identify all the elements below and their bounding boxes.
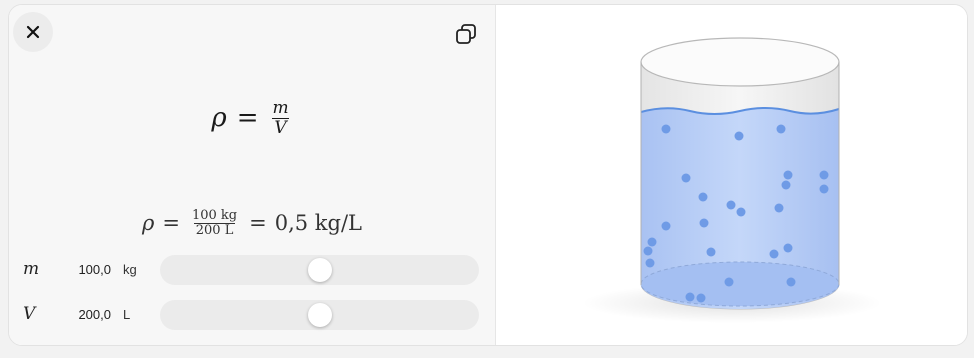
close-button[interactable] <box>13 12 53 52</box>
particle <box>769 249 779 259</box>
particle <box>819 184 829 194</box>
particle <box>776 124 786 134</box>
calc-result: 0,5 kg/L <box>274 211 362 235</box>
calc-rho: ρ <box>142 211 155 235</box>
particle <box>726 200 736 210</box>
particle <box>661 221 671 231</box>
volume-unit: L <box>123 307 131 322</box>
visualization-panel <box>496 5 967 345</box>
calc-fraction: 100 kg 200 L <box>190 207 239 238</box>
volume-slider-row: V 200,0 L <box>9 299 495 331</box>
formula-denominator: V <box>272 117 289 138</box>
calc-numerator: 100 kg <box>191 207 238 223</box>
particle <box>783 170 793 180</box>
formula-numerator: m <box>272 97 289 118</box>
particle <box>706 247 716 257</box>
particle <box>786 277 796 287</box>
formula-fraction: m V <box>270 97 290 138</box>
volume-symbol: V <box>23 304 36 324</box>
particle <box>643 246 653 256</box>
particle <box>696 293 706 303</box>
calc-denominator: 200 L <box>193 222 236 238</box>
particle <box>774 203 784 213</box>
particle <box>783 243 793 253</box>
mass-unit: kg <box>123 262 137 277</box>
particle <box>699 218 709 228</box>
close-icon <box>26 25 40 39</box>
volume-slider-thumb[interactable] <box>307 303 332 327</box>
particle <box>698 192 708 202</box>
particle <box>736 207 746 217</box>
mass-symbol: m <box>23 259 40 279</box>
control-panel: ρ = m V ρ = 100 kg 200 L = 0,5 kg/L m 10… <box>9 5 496 345</box>
volume-value: 200,0 <box>78 307 111 322</box>
mass-value: 100,0 <box>78 262 111 277</box>
density-calculation: ρ = 100 kg 200 L = 0,5 kg/L <box>9 203 495 243</box>
formula-rho: ρ <box>211 103 227 133</box>
density-widget: ρ = m V ρ = 100 kg 200 L = 0,5 kg/L m 10… <box>8 4 968 346</box>
mass-slider[interactable] <box>160 255 479 285</box>
mass-slider-thumb[interactable] <box>307 258 332 282</box>
density-formula: ρ = m V <box>9 93 495 143</box>
calc-equals: = <box>162 211 180 235</box>
cylinder-visualization <box>582 37 882 323</box>
particle <box>781 180 791 190</box>
volume-slider[interactable] <box>160 300 479 330</box>
particle <box>647 237 657 247</box>
particle <box>661 124 671 134</box>
particle <box>734 131 744 141</box>
mass-slider-row: m 100,0 kg <box>9 254 495 286</box>
particle <box>685 292 695 302</box>
cylinder-rim <box>640 37 840 87</box>
water-bottom <box>640 261 840 307</box>
copy-icon <box>456 24 476 44</box>
calc-equals-2: = <box>249 211 267 235</box>
particle <box>645 258 655 268</box>
particle <box>724 277 734 287</box>
formula-equals: = <box>236 103 259 133</box>
copy-button[interactable] <box>452 20 480 48</box>
particle <box>819 170 829 180</box>
particle <box>681 173 691 183</box>
